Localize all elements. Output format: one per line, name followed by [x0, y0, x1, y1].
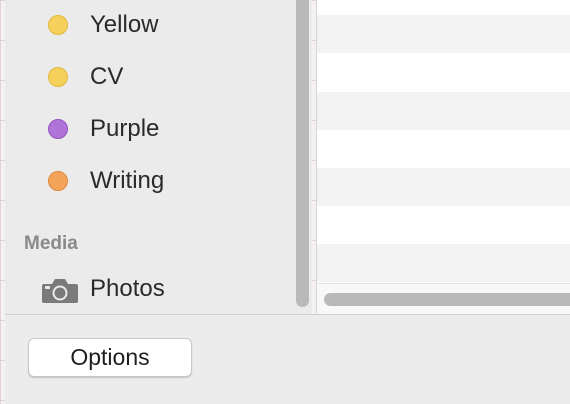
sidebar: Yellow CV Purple Writing Media Photos	[5, 0, 312, 314]
sidebar-item-label: Writing	[90, 167, 165, 194]
finder-window: Yellow CV Purple Writing Media Photos Op…	[5, 0, 570, 404]
sidebar-item-label: Purple	[90, 115, 160, 142]
yellow-tag-dot-icon	[48, 67, 68, 87]
horizontal-scrollbar-thumb[interactable]	[324, 293, 570, 306]
horizontal-scrollbar-track[interactable]	[317, 283, 570, 314]
file-list-row-stripe	[317, 92, 570, 130]
yellow-tag-dot-icon	[48, 15, 68, 35]
sidebar-item-label: Yellow	[90, 11, 159, 38]
sidebar-tag-cv[interactable]: CV	[5, 55, 295, 99]
orange-tag-dot-icon	[48, 171, 68, 191]
purple-tag-dot-icon	[48, 119, 68, 139]
sidebar-tag-purple[interactable]: Purple	[5, 107, 295, 151]
sidebar-item-label: Photos	[90, 275, 165, 302]
camera-icon	[41, 277, 79, 305]
file-list-row-stripe	[317, 168, 570, 206]
sidebar-tag-writing[interactable]: Writing	[5, 159, 295, 203]
file-list-area[interactable]	[317, 0, 570, 314]
sidebar-item-photos[interactable]: Photos	[5, 267, 295, 311]
sidebar-item-label: CV	[90, 63, 124, 90]
sidebar-scrollbar-thumb[interactable]	[296, 0, 309, 307]
options-button[interactable]: Options	[28, 338, 192, 377]
file-list-row-stripe	[317, 244, 570, 282]
sidebar-tag-yellow[interactable]: Yellow	[5, 3, 295, 47]
sidebar-section-title-media: Media	[24, 233, 78, 254]
bottom-toolbar: Options	[5, 314, 570, 404]
file-list-row-stripe	[317, 15, 570, 53]
